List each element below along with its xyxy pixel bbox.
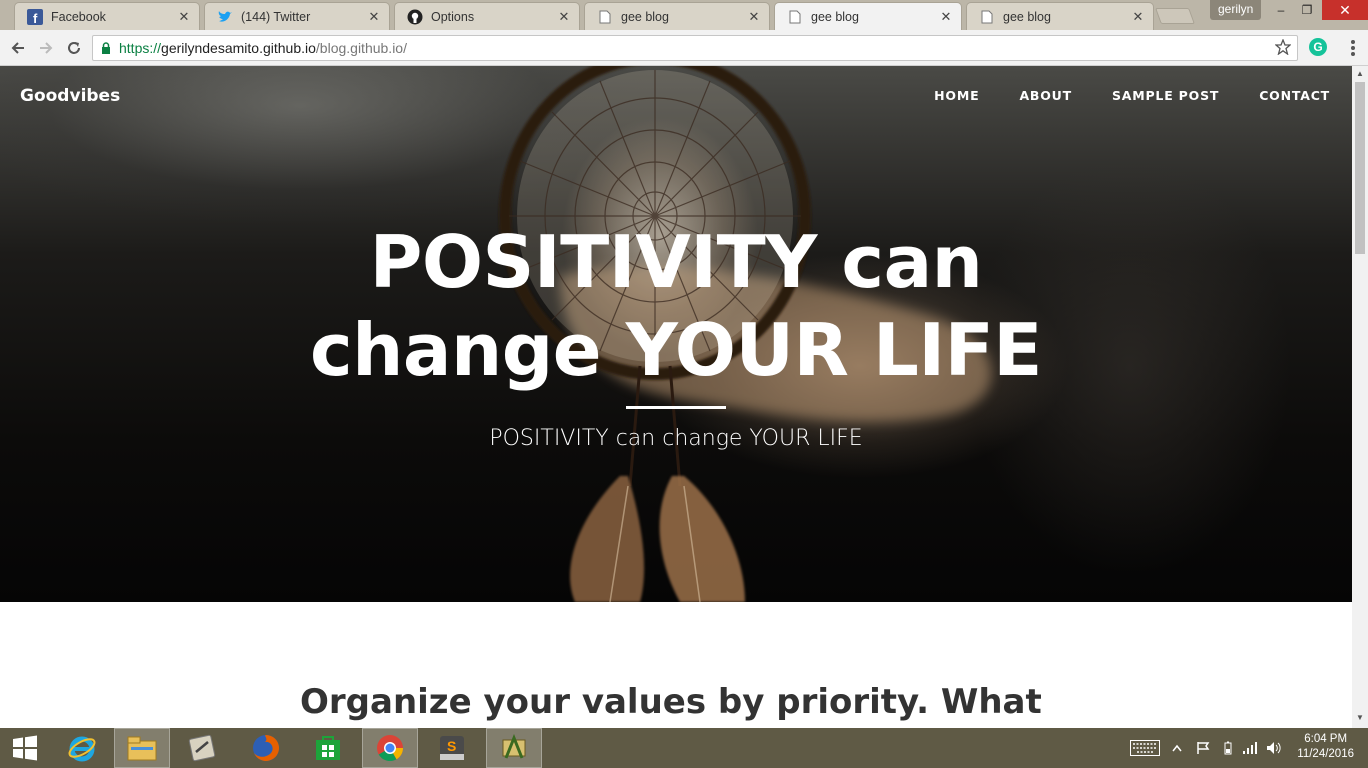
tab-label: Facebook — [51, 9, 106, 24]
site-nav: HOME ABOUT SAMPLE POST CONTACT — [934, 88, 1330, 103]
browser-toolbar: https://gerilyndesamito.github.io/blog.g… — [0, 30, 1368, 66]
page-scrollbar[interactable]: ▲ ▼ — [1352, 66, 1368, 728]
reload-icon — [68, 42, 80, 54]
svg-text:f: f — [33, 11, 38, 25]
close-tab-icon[interactable]: ✕ — [177, 9, 191, 24]
tab-label: Options — [431, 9, 475, 24]
tab-gee-blog-active[interactable]: gee blog ✕ — [774, 2, 962, 30]
hero-title: POSITIVITY can change YOUR LIFE — [0, 218, 1352, 394]
back-button[interactable] — [6, 36, 30, 60]
close-window-button[interactable]: ✕ — [1322, 0, 1368, 20]
github-icon — [407, 9, 423, 25]
network-signal-icon[interactable] — [1242, 740, 1258, 756]
page-viewport: Goodvibes HOME ABOUT SAMPLE POST CONTACT… — [0, 66, 1352, 728]
nav-home[interactable]: HOME — [934, 88, 979, 103]
sublime-text-icon: S — [440, 736, 464, 760]
app-taskbar-button[interactable] — [486, 728, 542, 768]
action-center-flag-icon[interactable] — [1196, 740, 1210, 756]
show-hidden-icons-icon[interactable] — [1172, 740, 1182, 756]
profile-badge[interactable]: gerilyn — [1210, 0, 1262, 20]
internet-explorer-icon — [68, 736, 96, 762]
hero-divider — [626, 406, 726, 409]
tab-gee-blog-3[interactable]: gee blog ✕ — [966, 2, 1154, 30]
new-tab-button[interactable] — [1155, 8, 1195, 24]
facebook-icon: f — [27, 8, 43, 25]
restore-window-button[interactable]: ❐ — [1294, 0, 1320, 20]
browser-tab-strip: f Facebook ✕ (144) Twitter ✕ Options ✕ g… — [0, 0, 1368, 30]
chrome-icon — [377, 735, 404, 762]
nav-sample-post[interactable]: SAMPLE POST — [1112, 88, 1219, 103]
battery-icon[interactable] — [1224, 740, 1232, 756]
scroll-down-arrow-icon[interactable]: ▼ — [1356, 714, 1364, 722]
app-icon — [502, 734, 526, 759]
store-icon — [316, 736, 340, 760]
hero-title-line-2: change YOUR LIFE — [309, 308, 1043, 392]
firefox-taskbar-button[interactable] — [238, 728, 294, 768]
windows-taskbar: S 6:04 PM 11/24/2016 — [0, 728, 1368, 768]
close-tab-icon[interactable]: ✕ — [367, 9, 381, 24]
clock-date: 11/24/2016 — [1297, 748, 1354, 760]
store-taskbar-button[interactable] — [300, 728, 356, 768]
forward-arrow-icon — [40, 42, 53, 54]
close-tab-icon[interactable]: ✕ — [939, 9, 953, 24]
volume-icon[interactable] — [1266, 740, 1282, 756]
page-icon — [979, 9, 995, 25]
hero-title-line-1: POSITIVITY can — [369, 220, 983, 304]
start-icon — [13, 735, 37, 761]
scrollbar-thumb[interactable] — [1355, 82, 1365, 254]
firefox-icon — [253, 735, 279, 761]
close-tab-icon[interactable]: ✕ — [1131, 9, 1145, 24]
tab-gee-blog-1[interactable]: gee blog ✕ — [584, 2, 770, 30]
hero-subtitle: POSITIVITY can change YOUR LIFE — [489, 426, 863, 451]
minimize-window-button[interactable]: ‒ — [1268, 0, 1294, 20]
forward-button[interactable] — [34, 36, 58, 60]
tab-label: gee blog — [621, 9, 669, 24]
browser-menu-icon[interactable] — [1346, 38, 1360, 58]
tab-label: (144) Twitter — [241, 9, 311, 24]
post-heading[interactable]: Organize your values by priority. What — [300, 682, 1042, 722]
chrome-taskbar-button[interactable] — [362, 728, 418, 768]
page-icon — [597, 9, 613, 25]
lock-icon — [101, 42, 111, 54]
page-icon — [787, 9, 803, 25]
url-path: /blog.github.io/ — [315, 40, 407, 56]
tab-twitter[interactable]: (144) Twitter ✕ — [204, 2, 390, 30]
nav-contact[interactable]: CONTACT — [1259, 88, 1330, 103]
tab-label: gee blog — [1003, 9, 1051, 24]
internet-explorer-taskbar-button[interactable] — [54, 728, 110, 768]
reload-button[interactable] — [62, 36, 86, 60]
tool-icon — [188, 734, 216, 762]
touch-keyboard-icon[interactable] — [1130, 740, 1160, 756]
bookmark-star-icon[interactable] — [1274, 38, 1292, 58]
file-explorer-icon — [127, 736, 157, 761]
back-arrow-icon — [11, 42, 24, 54]
grammarly-extension-icon[interactable]: G — [1309, 38, 1327, 56]
tool-taskbar-button[interactable] — [174, 728, 230, 768]
tab-label: gee blog — [811, 9, 859, 24]
twitter-icon — [217, 9, 233, 25]
file-explorer-taskbar-button[interactable] — [114, 728, 170, 768]
tab-facebook[interactable]: f Facebook ✕ — [14, 2, 200, 30]
hero-header: Goodvibes HOME ABOUT SAMPLE POST CONTACT… — [0, 66, 1352, 602]
url-scheme: https:// — [119, 40, 162, 56]
address-bar[interactable]: https://gerilyndesamito.github.io/blog.g… — [92, 35, 1298, 61]
nav-about[interactable]: ABOUT — [1019, 88, 1072, 103]
tab-options[interactable]: Options ✕ — [394, 2, 580, 30]
site-brand-link[interactable]: Goodvibes — [20, 86, 120, 106]
system-clock[interactable]: 6:04 PM 11/24/2016 — [1297, 732, 1354, 762]
clock-time: 6:04 PM — [1304, 733, 1348, 745]
sublime-text-taskbar-button[interactable]: S — [424, 728, 480, 768]
start-button[interactable] — [0, 728, 50, 768]
scroll-up-arrow-icon[interactable]: ▲ — [1356, 70, 1364, 78]
svg-text:S: S — [447, 738, 456, 754]
close-tab-icon[interactable]: ✕ — [747, 9, 761, 24]
url-host: gerilyndesamito.github.io — [161, 40, 316, 56]
close-tab-icon[interactable]: ✕ — [557, 9, 571, 24]
